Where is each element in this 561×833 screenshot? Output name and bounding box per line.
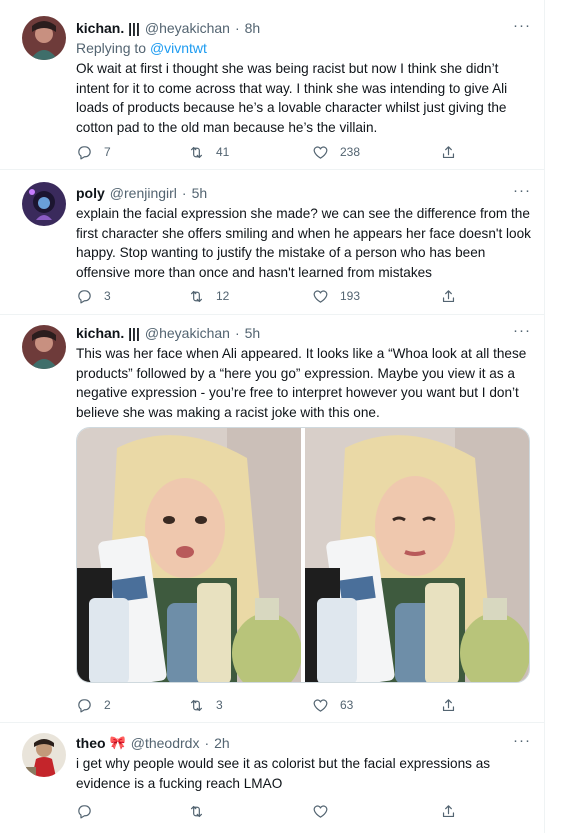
share-button[interactable] xyxy=(440,803,457,820)
heart-icon xyxy=(313,805,328,818)
retweet-button[interactable]: 3 xyxy=(188,697,223,714)
reply-icon xyxy=(78,145,91,159)
tweet-3[interactable]: kichan. ||| @heyakichan · 5h ··· This wa… xyxy=(0,315,545,723)
display-name[interactable]: kichan. ||| xyxy=(76,323,140,343)
share-icon xyxy=(442,289,455,302)
heart-icon xyxy=(313,146,328,159)
timeline: kichan. ||| @heyakichan · 8h ··· Replyin… xyxy=(0,0,545,833)
media-grid xyxy=(76,427,530,683)
timestamp[interactable]: 8h xyxy=(245,18,261,38)
ribbon-emoji: 🎀 xyxy=(109,735,126,750)
reply-count: 7 xyxy=(104,145,111,159)
retweet-icon xyxy=(190,146,203,158)
retweet-button[interactable] xyxy=(188,803,205,820)
timestamp[interactable]: 5h xyxy=(192,183,208,203)
reply-count: 3 xyxy=(104,289,111,303)
timestamp[interactable]: 5h xyxy=(245,323,261,343)
retweet-icon xyxy=(190,805,203,817)
retweet-button[interactable]: 41 xyxy=(188,144,229,161)
reply-count: 2 xyxy=(104,698,111,712)
avatar[interactable] xyxy=(22,733,66,777)
avatar[interactable] xyxy=(22,16,66,60)
retweet-button[interactable]: 12 xyxy=(188,288,229,305)
retweet-count: 3 xyxy=(216,698,223,712)
tweet-text: explain the facial expression she made? … xyxy=(76,206,531,280)
reply-icon xyxy=(78,804,91,818)
tweet-1[interactable]: kichan. ||| @heyakichan · 8h ··· Replyin… xyxy=(0,0,545,170)
timestamp[interactable]: 2h xyxy=(214,733,230,753)
tweet-text: This was her face when Ali appeared. It … xyxy=(76,346,527,420)
retweet-icon xyxy=(190,699,203,711)
tweet-2[interactable]: poly @renjingirl · 5h ··· explain the fa… xyxy=(0,170,545,315)
share-icon xyxy=(442,145,455,158)
share-button[interactable] xyxy=(440,144,457,161)
reply-button[interactable]: 7 xyxy=(76,144,111,161)
retweet-icon xyxy=(190,290,203,302)
more-options-icon[interactable]: ··· xyxy=(513,733,531,749)
reply-button[interactable]: 3 xyxy=(76,288,111,305)
reply-context: Replying to @vivntwt xyxy=(76,40,207,56)
like-button[interactable] xyxy=(312,803,329,820)
share-button[interactable] xyxy=(440,697,457,714)
like-count: 193 xyxy=(340,289,361,303)
reply-button[interactable]: 2 xyxy=(76,697,111,714)
share-button[interactable] xyxy=(440,288,457,305)
avatar[interactable] xyxy=(22,325,66,369)
replying-to-link[interactable]: @vivntwt xyxy=(150,40,207,56)
retweet-count: 12 xyxy=(216,289,230,303)
heart-icon xyxy=(313,699,328,712)
tweet-text: Ok wait at first i thought she was being… xyxy=(76,61,508,135)
more-options-icon[interactable]: ··· xyxy=(513,18,531,34)
tweet-4[interactable]: theo 🎀 @theodrdx · 2h ··· i get why peop… xyxy=(0,723,545,833)
handle[interactable]: @renjingirl xyxy=(110,183,177,203)
video-thumbnail[interactable] xyxy=(77,428,302,682)
like-count: 63 xyxy=(340,698,354,712)
handle[interactable]: @heyakichan xyxy=(145,18,230,38)
retweet-count: 41 xyxy=(216,145,230,159)
handle[interactable]: @heyakichan xyxy=(145,323,230,343)
like-button[interactable]: 193 xyxy=(312,288,360,305)
heart-icon xyxy=(313,290,328,303)
display-name[interactable]: kichan. ||| xyxy=(76,18,140,38)
tweet-text: i get why people would see it as coloris… xyxy=(76,756,491,791)
like-button[interactable]: 63 xyxy=(312,697,353,714)
more-options-icon[interactable]: ··· xyxy=(513,323,531,339)
display-name[interactable]: poly xyxy=(76,183,105,203)
like-count: 238 xyxy=(340,145,361,159)
display-name[interactable]: theo xyxy=(76,733,106,753)
reply-button[interactable] xyxy=(76,803,93,820)
share-icon xyxy=(442,804,455,817)
video-thumbnail[interactable] xyxy=(305,428,529,682)
reply-icon xyxy=(78,289,91,303)
share-icon xyxy=(442,698,455,711)
like-button[interactable]: 238 xyxy=(312,144,360,161)
reply-icon xyxy=(78,698,91,712)
more-options-icon[interactable]: ··· xyxy=(513,183,531,199)
avatar[interactable] xyxy=(22,182,66,226)
handle[interactable]: @theodrdx xyxy=(131,733,200,753)
